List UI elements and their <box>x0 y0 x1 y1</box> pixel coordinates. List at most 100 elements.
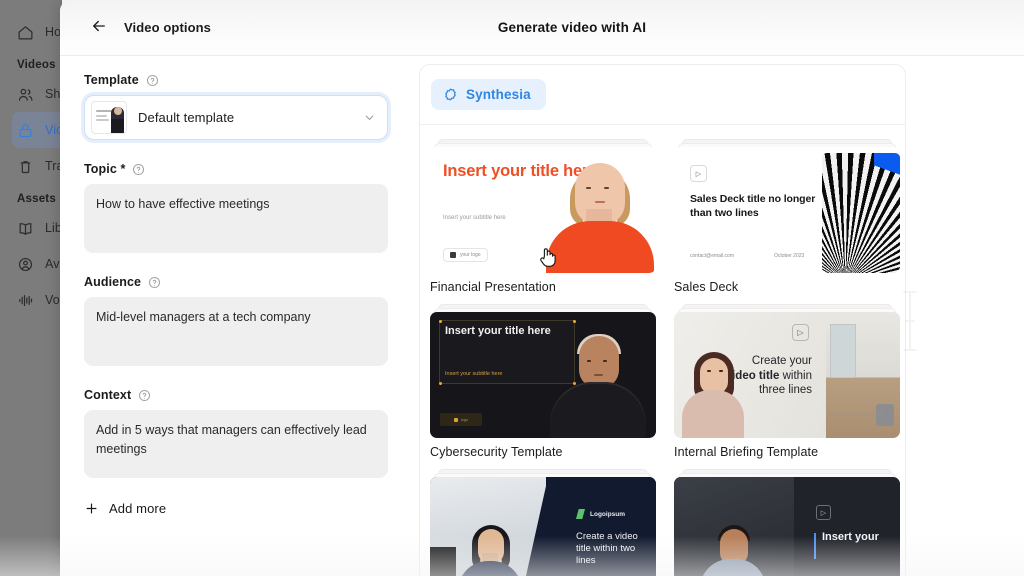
template-thumb-stack: Insert your title here Insert your subti… <box>430 139 656 273</box>
slide-title-line3: within <box>782 369 812 382</box>
template-preview: ▷ Sales Deck title no longer than two li… <box>674 147 900 273</box>
question-circle-icon[interactable] <box>146 74 159 87</box>
template-selected-value: Default template <box>138 110 235 125</box>
generate-video-modal: Video options Generate video with AI Tem… <box>60 0 1024 576</box>
modal-header: Video options Generate video with AI <box>60 0 1024 56</box>
template-caption: Financial Presentation <box>430 280 556 294</box>
template-thumb-stack: ▷ Create your video title within three l… <box>674 304 900 438</box>
slide-title: Create a video title within two lines <box>576 531 638 567</box>
sidebar-item-avatars[interactable]: Avatars <box>12 246 62 282</box>
slide-brand: Logoipsum <box>576 509 625 519</box>
home-icon <box>17 24 34 41</box>
slide-date: October 2023 <box>774 253 805 259</box>
template-label-text: Template <box>84 73 139 87</box>
topic-field-label: Topic * <box>84 162 388 176</box>
sidebar-item-home[interactable]: Home <box>12 14 62 50</box>
plus-icon <box>84 501 99 516</box>
slide-brand-text: Logoipsum <box>590 510 626 518</box>
lock-icon <box>17 122 34 139</box>
waveform-icon <box>17 292 34 309</box>
template-preview: Logoipsum Create a video title within tw… <box>430 477 656 576</box>
slide-badge-icon: ▷ <box>816 505 831 520</box>
tab-label: Synthesia <box>466 87 531 102</box>
slide-logo: your logo <box>443 248 488 262</box>
question-circle-icon[interactable] <box>138 389 151 402</box>
page-title: Generate video with AI <box>497 20 647 35</box>
context-input[interactable] <box>84 410 388 478</box>
people-icon <box>17 86 34 103</box>
slide-subtitle: Insert your subtitle here <box>443 215 506 221</box>
trash-icon <box>17 158 34 175</box>
add-more-button[interactable]: Add more <box>84 496 388 521</box>
context-field-label: Context <box>84 388 388 402</box>
template-thumb-stack: ▷ Sales Deck title no longer than two li… <box>674 139 900 273</box>
slide-badge-icon: ▷ <box>690 165 707 182</box>
template-thumb-stack: Insert your title here Insert your subti… <box>430 304 656 438</box>
slide-background <box>826 312 900 438</box>
slide-title: Insert your <box>822 531 879 543</box>
template-card-cybersecurity[interactable]: Insert your title here Insert your subti… <box>430 304 656 459</box>
sidebar-item-trash[interactable]: Trash <box>12 148 62 184</box>
template-preview: Insert your title here Insert your subti… <box>430 147 656 273</box>
sidebar-heading-assets: Assets <box>17 193 56 205</box>
sidebar-item-video-library[interactable]: Video library <box>12 112 62 148</box>
template-caption: Internal Briefing Template <box>674 445 819 459</box>
template-preview: ▷ Insert your <box>674 477 900 576</box>
audience-field-label: Audience <box>84 275 388 289</box>
tab-synthesia[interactable]: Synthesia <box>431 79 546 110</box>
slide-logo-text: your logo <box>460 252 481 258</box>
template-thumb-stack: Logoipsum Create a video title within tw… <box>430 469 656 576</box>
template-card-logoipsum[interactable]: Logoipsum Create a video title within tw… <box>430 469 656 576</box>
question-circle-icon[interactable] <box>132 163 145 176</box>
template-preview: ▷ Create your video title within three l… <box>674 312 900 438</box>
topic-label-text: Topic * <box>84 162 126 176</box>
slide-title-line4: three lines <box>758 384 812 397</box>
slide-logo: logo <box>440 413 482 426</box>
avatar <box>458 503 522 576</box>
templates-card: Synthesia Insert your title here Insert … <box>419 64 906 576</box>
template-preview: Insert your title here Insert your subti… <box>430 312 656 438</box>
template-thumbnail <box>91 101 127 134</box>
avatar <box>546 155 654 273</box>
templates-grid: Insert your title here Insert your subti… <box>420 125 905 576</box>
screen-root: Home Videos Shared with you Video librar… <box>0 0 1024 576</box>
avatar <box>700 499 766 576</box>
template-field-label: Template <box>84 73 388 87</box>
template-select[interactable]: Default template <box>84 95 388 140</box>
user-circle-icon <box>17 256 34 273</box>
slide-title: Sales Deck title no longer than two line… <box>690 193 816 219</box>
audience-input[interactable] <box>84 297 388 366</box>
video-options-form: Template Default template Topic * How to… <box>60 56 412 576</box>
template-caption: Sales Deck <box>674 280 739 294</box>
slide-artwork <box>822 153 900 273</box>
slide-badge-icon: ▷ <box>792 324 809 341</box>
question-circle-icon[interactable] <box>148 276 161 289</box>
slide-logo-text: logo <box>460 417 469 422</box>
slide-title: Insert your title here <box>445 325 551 337</box>
template-card-insert-your[interactable]: ▷ Insert your <box>674 469 900 576</box>
synthesia-icon <box>443 87 458 102</box>
slide-email: contact@email.com <box>690 253 734 259</box>
add-more-label: Add more <box>109 501 167 516</box>
templates-tab-strip: Synthesia <box>420 65 905 125</box>
audience-label-text: Audience <box>84 275 142 289</box>
context-label-text: Context <box>84 388 132 402</box>
slide-subtitle: Insert your subtitle here <box>445 371 503 377</box>
template-card-sales-deck[interactable]: ▷ Sales Deck title no longer than two li… <box>674 139 900 294</box>
chevron-down-icon <box>363 111 376 124</box>
template-card-internal-briefing[interactable]: ▷ Create your video title within three l… <box>674 304 900 459</box>
slide-title-line1: Create your <box>751 355 812 367</box>
template-card-financial-presentation[interactable]: Insert your title here Insert your subti… <box>430 139 656 294</box>
modal-body: Template Default template Topic * How to… <box>60 56 1024 576</box>
sidebar-heading-videos: Videos <box>17 59 56 71</box>
avatar <box>682 326 744 438</box>
template-thumb-stack: ▷ Insert your <box>674 469 900 576</box>
sidebar-item-shared-with-you[interactable]: Shared with you <box>12 76 62 112</box>
avatar <box>550 320 646 438</box>
book-icon <box>17 220 34 237</box>
app-sidebar: Home Videos Shared with you Video librar… <box>0 0 62 576</box>
template-caption: Cybersecurity Template <box>430 445 563 459</box>
topic-input[interactable] <box>84 184 388 253</box>
sidebar-item-library[interactable]: Library <box>12 210 62 246</box>
sidebar-item-voices[interactable]: Voices <box>12 282 62 318</box>
